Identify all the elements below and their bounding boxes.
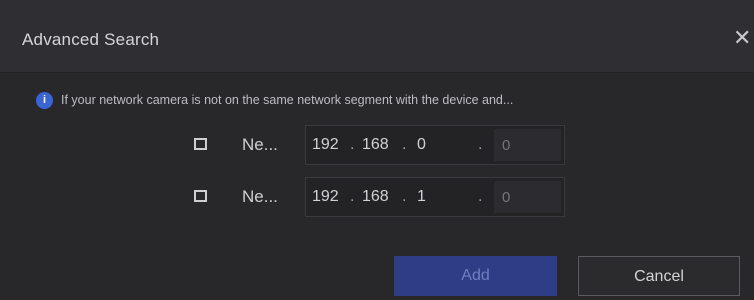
dialog-titlebar: Advanced Search ✕ [0,0,754,73]
ip-octet-2: 168 [362,188,389,205]
ip-octet-2: 168 [362,136,389,153]
segment-label: Ne... [242,187,278,206]
ip-separator: . [478,136,483,153]
info-text: If your network camera is not on the sam… [61,93,514,107]
ip-octet-4-input[interactable] [494,181,561,213]
info-message: i If your network camera is not on the s… [36,90,513,110]
advanced-search-dialog: Advanced Search ✕ i If your network came… [0,0,754,300]
ip-octet-3: 0 [417,136,426,153]
ip-separator: . [350,188,355,205]
add-button[interactable]: Add [394,256,557,296]
ip-address-field[interactable]: 192 . 168 . 1 . [305,177,565,217]
info-icon: i [36,91,53,109]
ip-separator: . [402,188,407,205]
ip-separator: . [478,188,483,205]
segment-checkbox[interactable] [194,190,207,202]
ip-address-field[interactable]: 192 . 168 . 0 . [305,125,565,165]
ip-octet-3: 1 [417,188,426,205]
ip-octet-1: 192 [312,188,339,205]
ip-octet-4-input[interactable] [494,129,561,161]
ip-separator: . [350,136,355,153]
ip-separator: . [402,136,407,153]
segment-checkbox[interactable] [194,138,207,150]
close-icon[interactable]: ✕ [733,26,754,50]
ip-octet-1: 192 [312,136,339,153]
segment-label: Ne... [242,135,278,154]
cancel-button[interactable]: Cancel [578,256,740,296]
dialog-title: Advanced Search [22,30,160,49]
